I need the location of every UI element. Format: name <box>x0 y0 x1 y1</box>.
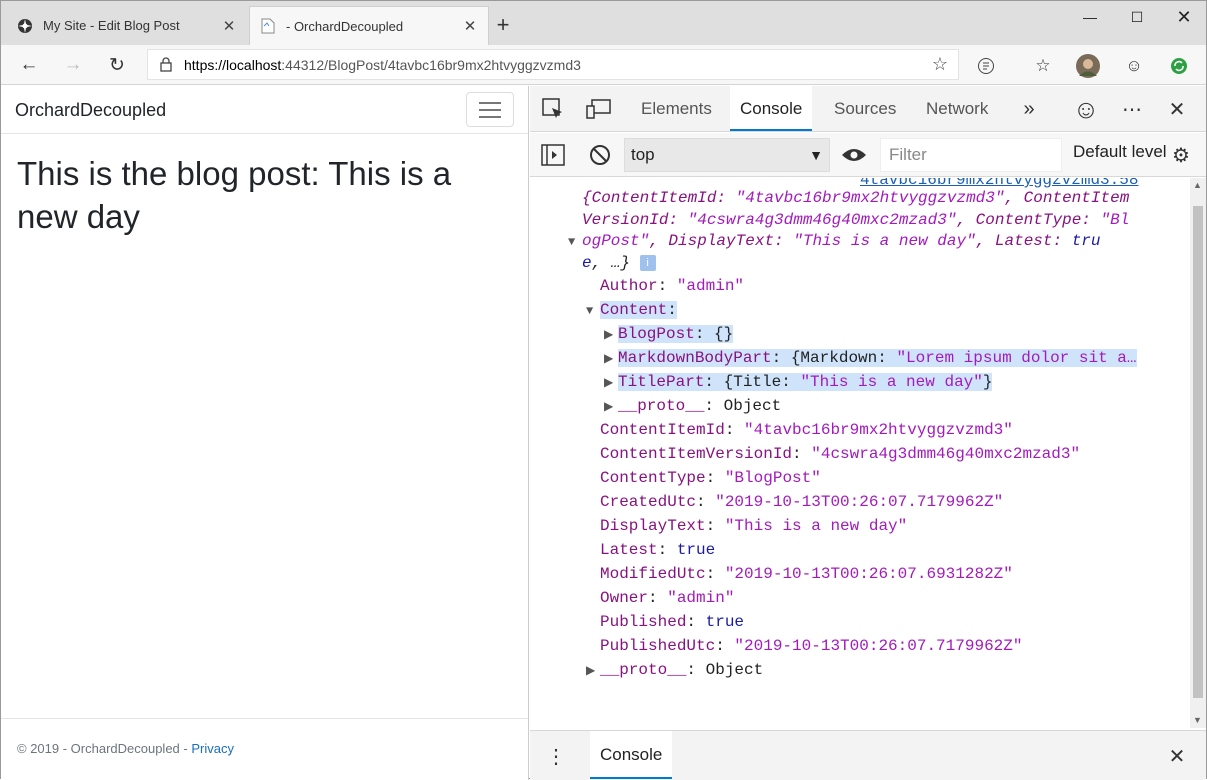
info-icon[interactable]: i <box>639 254 656 271</box>
extension-icon[interactable] <box>1164 51 1194 81</box>
close-tab-icon[interactable]: ✕ <box>221 17 237 35</box>
prop-modifiedutc: ModifiedUtc: "2019-10-13T00:26:07.693128… <box>600 565 1013 583</box>
new-tab-icon[interactable]: + <box>491 13 515 37</box>
forward-icon[interactable]: → <box>57 50 89 80</box>
tab-strip: My Site - Edit Blog Post ✕ - OrchardDeco… <box>1 1 1206 45</box>
console-scrollbar[interactable]: ▲ ▼ <box>1190 178 1206 728</box>
hamburger-line <box>479 115 501 118</box>
tab-sources[interactable]: Sources <box>824 86 906 131</box>
context-select[interactable]: top ▼ <box>624 138 830 172</box>
avatar[interactable] <box>1073 51 1103 81</box>
navbar-toggler-button[interactable] <box>466 92 514 127</box>
maximize-icon[interactable]: ☐ <box>1114 1 1160 33</box>
site-footer: © 2019 - OrchardDecoupled - Privacy <box>1 718 528 780</box>
prop-displaytext: DisplayText: "This is a new day" <box>600 517 908 535</box>
close-devtools-icon[interactable]: ✕ <box>1162 94 1192 124</box>
page-icon <box>260 18 276 34</box>
live-expression-eye-icon[interactable] <box>839 140 869 170</box>
more-options-icon[interactable]: ⋯ <box>1117 94 1147 124</box>
tab-label: My Site - Edit Blog Post <box>43 18 180 33</box>
reading-view-icon[interactable] <box>971 51 1001 81</box>
hamburger-line <box>479 101 501 104</box>
object-summary-line: e, …} i <box>582 251 656 275</box>
prop-owner: Owner: "admin" <box>600 589 735 607</box>
devtools-drawer: ⋮ Console ✕ <box>530 730 1206 780</box>
show-sidebar-icon[interactable] <box>538 140 568 170</box>
refresh-icon[interactable]: ↻ <box>101 50 133 80</box>
url-text: https://localhost:44312/BlogPost/4tavbc1… <box>184 56 581 73</box>
prop-latest: Latest: true <box>600 541 716 559</box>
tab-orcharddecoupled[interactable]: - OrchardDecoupled ✕ <box>249 6 489 45</box>
console-filter-input[interactable]: Filter <box>880 138 1062 172</box>
hamburger-line <box>479 108 501 111</box>
console-filter-bar: top ▼ Filter Default levels ⚙ <box>530 133 1206 177</box>
drawer-menu-icon[interactable]: ⋮ <box>541 741 571 771</box>
site-navbar: OrchardDecoupled <box>1 86 528 134</box>
page-viewport: OrchardDecoupled This is the blog post: … <box>1 86 529 780</box>
prop-publishedutc: PublishedUtc: "2019-10-13T00:26:07.71799… <box>600 637 1023 655</box>
feedback-smiley-icon[interactable]: ☺ <box>1071 94 1101 124</box>
more-tabs-chevron-icon[interactable]: » <box>1014 94 1044 124</box>
prop-titlepart[interactable]: ▶ TitlePart: {Title: "This is a new day"} <box>604 370 993 395</box>
scroll-down-icon[interactable]: ▼ <box>1193 715 1202 725</box>
prop-blogpost[interactable]: ▶ BlogPost: {} <box>604 322 734 347</box>
prop-contentitemversionid: ContentItemVersionId: "4cswra4g3dmm46g40… <box>600 445 1081 463</box>
collapsed-triangle-icon[interactable]: ▶ <box>604 371 618 395</box>
prop-root-proto[interactable]: ▶ __proto__: Object <box>586 658 763 682</box>
back-icon[interactable]: ← <box>13 50 45 80</box>
tab-console[interactable]: Console <box>730 86 813 131</box>
tab-edit-blog-post[interactable]: My Site - Edit Blog Post ✕ <box>7 6 247 45</box>
object-summary-line: {ContentItemId: "4tavbc16br9mx2htvyggzvz… <box>582 189 1130 207</box>
minimize-icon[interactable]: — <box>1067 1 1113 33</box>
scrollbar-thumb[interactable] <box>1193 206 1203 698</box>
page-title: This is the blog post: This is a new day <box>17 155 452 235</box>
object-summary-line[interactable]: ▼ ogPost", DisplayText: "This is a new da… <box>568 229 1101 253</box>
expanded-triangle-icon[interactable]: ▼ <box>568 230 582 254</box>
browser-window: My Site - Edit Blog Post ✕ - OrchardDeco… <box>0 0 1207 780</box>
orchard-logo-icon <box>17 18 33 34</box>
devtools-panel: Elements Console Sources Network » ☺ ⋯ ✕… <box>530 86 1206 780</box>
feedback-smiley-icon[interactable]: ☺ <box>1119 51 1149 81</box>
clear-console-icon[interactable] <box>585 140 615 170</box>
log-levels-dropdown[interactable]: Default levels <box>1073 142 1175 162</box>
collapsed-triangle-icon[interactable]: ▶ <box>604 347 618 370</box>
inspect-element-icon[interactable] <box>538 94 568 124</box>
console-output: 4tavbc16br9mx2htvyggzvzmd3:58 {ContentIt… <box>530 178 1190 728</box>
collapsed-triangle-icon[interactable]: ▶ <box>604 323 618 347</box>
prop-contentitemid: ContentItemId: "4tavbc16br9mx2htvyggzvzm… <box>600 421 1013 439</box>
tab-network[interactable]: Network <box>916 86 998 131</box>
prop-published: Published: true <box>600 613 745 631</box>
close-tab-icon[interactable]: ✕ <box>462 17 478 35</box>
scroll-up-icon[interactable]: ▲ <box>1193 180 1202 190</box>
lock-icon[interactable] <box>148 57 184 72</box>
devtools-tab-bar: Elements Console Sources Network » ☺ ⋯ ✕ <box>530 86 1206 132</box>
site-brand-link[interactable]: OrchardDecoupled <box>15 100 166 121</box>
footer-text: © 2019 - OrchardDecoupled - Privacy <box>17 741 234 756</box>
tab-label: - OrchardDecoupled <box>286 18 404 34</box>
privacy-link[interactable]: Privacy <box>191 741 234 756</box>
favorites-icon[interactable]: ☆ <box>1028 51 1058 81</box>
collapsed-triangle-icon[interactable]: ▶ <box>604 395 618 419</box>
context-select-value: top <box>631 145 655 164</box>
prop-markdownbodypart[interactable]: ▶ MarkdownBodyPart: {Markdown: "Lorem ips… <box>604 346 1144 370</box>
address-bar[interactable]: https://localhost:44312/BlogPost/4tavbc1… <box>147 49 959 80</box>
drawer-tab-console[interactable]: Console <box>590 731 673 779</box>
prop-author: Author: "admin" <box>600 277 745 295</box>
prop-content[interactable]: ▼ Content: <box>586 298 677 322</box>
address-toolbar: ← → ↻ https://localhost:44312/BlogPost/4… <box>1 45 1206 85</box>
close-drawer-icon[interactable]: ✕ <box>1162 741 1192 771</box>
console-settings-gear-icon[interactable]: ⚙ <box>1166 140 1196 170</box>
prop-createdutc: CreatedUtc: "2019-10-13T00:26:07.7179962… <box>600 493 1004 511</box>
prop-contenttype: ContentType: "BlogPost" <box>600 469 821 487</box>
collapsed-triangle-icon[interactable]: ▶ <box>586 659 600 683</box>
expanded-triangle-icon[interactable]: ▼ <box>586 299 600 323</box>
close-window-icon[interactable]: ✕ <box>1161 1 1207 33</box>
favorite-star-icon[interactable]: ☆ <box>922 54 958 75</box>
device-emulation-icon[interactable] <box>584 94 614 124</box>
tab-elements[interactable]: Elements <box>631 86 722 131</box>
chevron-down-icon: ▼ <box>809 147 823 163</box>
prop-proto[interactable]: ▶ __proto__: Object <box>604 394 781 418</box>
